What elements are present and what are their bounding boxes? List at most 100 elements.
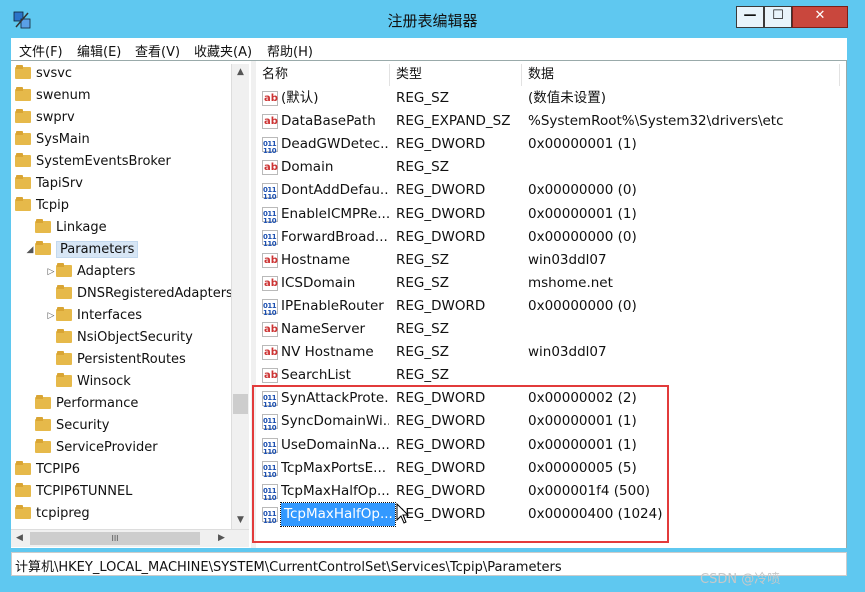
menu-help[interactable]: 帮助(H) [267, 41, 313, 60]
tree-item[interactable]: Interfaces [56, 306, 142, 326]
value-type: REG_SZ [396, 274, 449, 291]
column-header-name[interactable]: 名称 [256, 64, 390, 86]
tree-item-label: ServiceProvider [56, 440, 158, 455]
horizontal-scroll-thumb[interactable]: III [30, 532, 200, 545]
value-row[interactable]: UseDomainNa... REG_DWORD 0x00000001 (1) [256, 434, 846, 464]
tree-item-label: SystemEventsBroker [36, 154, 171, 169]
value-row[interactable]: NameServer REG_SZ [256, 318, 846, 341]
value-row[interactable]: DeadGWDetec... REG_DWORD 0x00000001 (1) [256, 133, 846, 163]
tree-horizontal-scrollbar[interactable]: ◀ III ▶ [11, 529, 249, 547]
tree-item[interactable]: PersistentRoutes [56, 350, 186, 370]
string-value-icon [262, 341, 278, 364]
tree-item[interactable]: Winsock [56, 372, 131, 392]
tree-expander-icon[interactable]: ▷ [46, 267, 56, 277]
registry-values-list[interactable]: 名称 类型 数据 (默认) REG_SZ (数值未设置) DataBasePath RE… [256, 61, 846, 548]
tree-item[interactable]: Adapters [56, 262, 135, 282]
tree-item-label: swprv [36, 110, 75, 125]
tree-item[interactable]: SysMain [15, 130, 90, 150]
value-name: SearchList [281, 367, 351, 384]
column-header-data[interactable]: 数据 [522, 64, 840, 86]
string-value-icon [262, 87, 278, 110]
maximize-button[interactable]: ☐ [764, 6, 792, 28]
value-row[interactable]: IPEnableRouter REG_DWORD 0x00000000 (0) [256, 295, 846, 325]
tree-item[interactable]: NsiObjectSecurity [56, 328, 193, 348]
value-row[interactable]: ForwardBroad... REG_DWORD 0x00000000 (0) [256, 226, 846, 256]
tree-item[interactable]: Parameters [35, 240, 139, 260]
tree-expander-icon[interactable]: ◢ [25, 245, 35, 255]
value-row[interactable]: SearchList REG_SZ [256, 364, 846, 387]
value-name: IPEnableRouter [281, 297, 384, 314]
tree-item-label: Tcpip [36, 198, 69, 213]
value-name: TcpMaxHalfOp... [281, 482, 389, 499]
value-row[interactable]: TcpMaxPortsE... REG_DWORD 0x00000005 (5) [256, 457, 846, 487]
scroll-up-arrow-icon[interactable]: ▲ [232, 64, 249, 81]
value-row[interactable]: DataBasePath REG_EXPAND_SZ %SystemRoot%\Sy… [256, 110, 846, 133]
value-row[interactable]: NV Hostname REG_SZ win03ddl07 [256, 341, 846, 364]
tree-item-label: Adapters [77, 264, 136, 279]
folder-icon [15, 175, 31, 189]
tree-item[interactable]: swprv [15, 108, 75, 128]
tree-item[interactable]: Security [35, 416, 109, 436]
value-type: REG_SZ [396, 367, 449, 384]
tree-item-label: svsvc [36, 66, 73, 81]
tree-item[interactable]: TCPIP6TUNNEL [15, 482, 132, 502]
scroll-right-arrow-icon[interactable]: ▶ [213, 530, 230, 547]
value-data: win03ddl07 [528, 344, 607, 361]
tree-item[interactable]: Tcpip [15, 196, 69, 216]
tree-item[interactable]: swenum [15, 86, 91, 106]
registry-key-tree[interactable]: svsvc swenum swprv SysMain SystemEventsBroke… [11, 61, 251, 548]
string-value-icon [262, 364, 278, 387]
string-value-icon [262, 272, 278, 295]
tree-item[interactable]: TapiSrv [15, 174, 83, 194]
tree-item[interactable]: SystemEventsBroker [15, 152, 171, 172]
value-row[interactable]: SyncDomainWi... REG_DWORD 0x00000001 (1) [256, 410, 846, 440]
scroll-left-arrow-icon[interactable]: ◀ [11, 530, 28, 547]
dword-value-icon [262, 179, 278, 209]
scroll-down-arrow-icon[interactable]: ▼ [232, 512, 249, 529]
tree-expander-icon[interactable]: ▷ [46, 311, 56, 321]
tree-item[interactable]: DNSRegisteredAdapters [56, 284, 233, 304]
tree-item[interactable]: TCPIP6 [15, 460, 80, 480]
value-type: REG_DWORD [396, 205, 486, 222]
column-header-type[interactable]: 类型 [390, 64, 522, 86]
close-button[interactable]: ✕ [792, 6, 848, 28]
title-bar[interactable]: 注册表编辑器 — ☐ ✕ [0, 0, 865, 38]
value-name: DataBasePath [281, 113, 376, 130]
menu-file[interactable]: 文件(F) [19, 41, 63, 60]
tree-item-label: SysMain [36, 132, 90, 147]
tree-item[interactable]: tcpipreg [15, 504, 90, 524]
registry-editor-window: 注册表编辑器 — ☐ ✕ 文件(F) 编辑(E) 查看(V) 收藏夹(A) 帮助… [0, 0, 865, 592]
folder-icon [56, 263, 72, 277]
value-row[interactable]: TcpMaxHalfOp... REG_DWORD 0x000001f4 (500) [256, 480, 846, 510]
value-row[interactable]: SynAttackProte... REG_DWORD 0x00000002 (2) [256, 387, 846, 417]
value-row[interactable]: Hostname REG_SZ win03ddl07 [256, 249, 846, 272]
value-type: REG_SZ [396, 90, 449, 106]
menu-edit[interactable]: 编辑(E) [77, 41, 121, 60]
value-data: 0x00000005 (5) [528, 459, 637, 476]
value-type: REG_DWORD [396, 182, 486, 199]
value-data: 0x00000002 (2) [528, 390, 637, 407]
tree-item-label: DNSRegisteredAdapters [77, 286, 233, 301]
value-row[interactable]: EnableICMPRe... REG_DWORD 0x00000001 (1) [256, 203, 846, 233]
value-data: 0x00000001 (1) [528, 205, 637, 222]
menu-view[interactable]: 查看(V) [135, 41, 180, 60]
folder-icon [15, 87, 31, 101]
tree-vertical-scrollbar[interactable]: ▲ ▼ [231, 64, 249, 529]
tree-item[interactable]: Linkage [35, 218, 107, 238]
value-row[interactable]: TcpMaxHalfOp...REG_DWORD 0x00000400 (1024… [256, 501, 846, 533]
tree-item[interactable]: ServiceProvider [35, 438, 158, 458]
scroll-thumb[interactable] [233, 394, 248, 414]
value-row[interactable]: DontAddDefau... REG_DWORD 0x00000000 (0) [256, 179, 846, 209]
folder-icon [35, 439, 51, 453]
minimize-button[interactable]: — [736, 6, 764, 28]
value-data: 0x00000001 (1) [528, 436, 637, 453]
tree-item-label: TapiSrv [36, 176, 83, 191]
value-row[interactable]: (默认) REG_SZ (数值未设置) [256, 87, 846, 110]
tree-item[interactable]: svsvc [15, 64, 72, 84]
value-data: 0x00000000 (0) [528, 182, 637, 199]
value-row[interactable]: ICSDomain REG_SZ mshome.net [256, 272, 846, 295]
value-row[interactable]: Domain REG_SZ [256, 156, 846, 179]
menu-favorites[interactable]: 收藏夹(A) [194, 41, 252, 60]
value-data: (数值未设置) [528, 90, 607, 106]
tree-item[interactable]: Performance [35, 394, 138, 414]
